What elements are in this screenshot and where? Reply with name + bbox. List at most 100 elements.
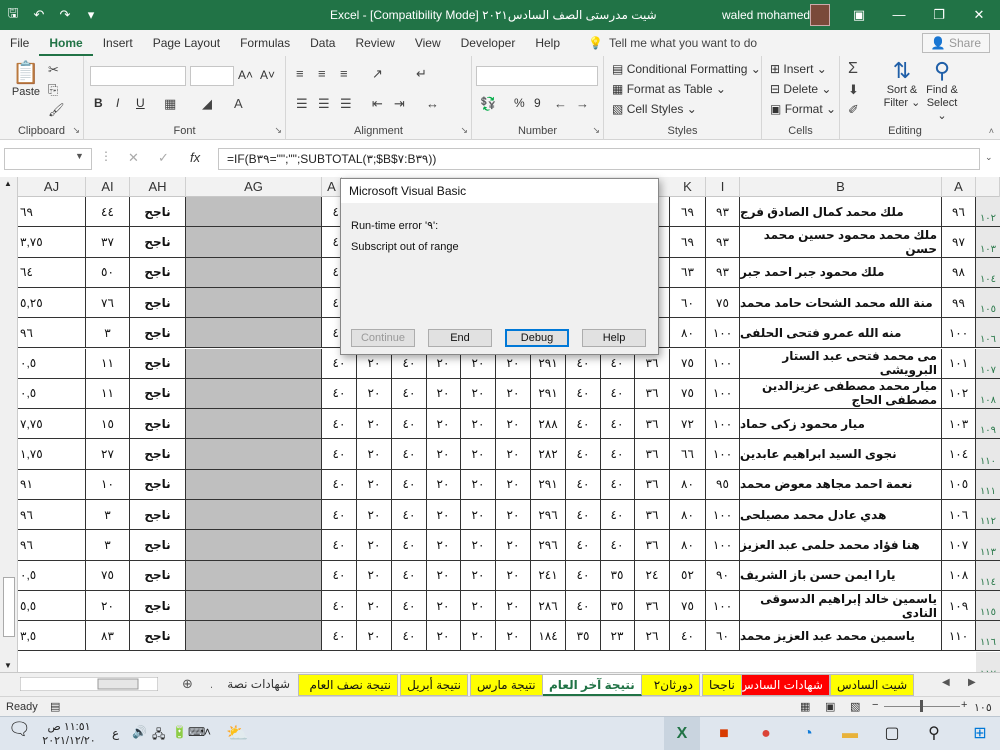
- cell-score[interactable]: ٣٦: [635, 409, 670, 439]
- debug-button[interactable]: Debug: [505, 329, 569, 347]
- cell-ai[interactable]: ٤٤: [86, 197, 130, 227]
- cell-score[interactable]: ٣٦: [635, 378, 670, 409]
- row-header[interactable]: ١٠٢: [976, 197, 1000, 227]
- cell-score[interactable]: ٤٠: [566, 378, 601, 409]
- taskbar-task-view-icon[interactable]: ▢: [874, 717, 910, 750]
- cell-serial[interactable]: ٩٦: [942, 197, 976, 227]
- cell-score[interactable]: ٤٠: [392, 409, 427, 439]
- cell-score[interactable]: ٤٠: [392, 560, 427, 590]
- cell-score[interactable]: ٢٠: [496, 590, 531, 621]
- cell-score[interactable]: ٤٠: [392, 590, 427, 621]
- cell-score-k[interactable]: ٦٦: [670, 439, 706, 469]
- cell-score[interactable]: ٣٥: [600, 590, 635, 621]
- cell-score[interactable]: ٢٠: [461, 409, 496, 439]
- cell-ai[interactable]: ٨٣: [86, 621, 130, 651]
- sheet-tab[interactable]: نتيجة أبريل: [400, 674, 468, 696]
- cell-student-name[interactable]: هنا فؤاد محمد حلمى عبد العزيز: [740, 530, 942, 560]
- row-header[interactable]: ١٠٩: [976, 409, 1000, 439]
- cell-score-k[interactable]: ٨٠: [670, 500, 706, 530]
- cell-student-name[interactable]: منة الله محمد الشحات حامد محمد: [740, 287, 942, 318]
- column-header[interactable]: AI: [86, 177, 130, 197]
- cell-ai[interactable]: ٧٥: [86, 560, 130, 590]
- shrink-font-button[interactable]: A˅: [260, 68, 275, 82]
- cell-aj[interactable]: ٥,٥: [18, 590, 86, 621]
- formula-input[interactable]: =IF(B٣٩="";"";SUBTOTAL(٣;$B$٧:B٣٩)): [218, 148, 980, 170]
- cell-serial[interactable]: ١٠٦: [942, 500, 976, 530]
- restore-icon[interactable]: ❐: [920, 0, 958, 30]
- cell-score-k[interactable]: ٦٠: [670, 287, 706, 318]
- taskbar-chrome-icon[interactable]: ●: [748, 717, 784, 750]
- cell-student-name[interactable]: نعمة احمد مجاهد معوض محمد: [740, 469, 942, 499]
- format-as-table-button[interactable]: ▦ Format as Table ⌄: [612, 82, 726, 96]
- clipboard-launcher-icon[interactable]: ↘: [72, 125, 80, 136]
- cell-serial[interactable]: ٩٧: [942, 227, 976, 257]
- cell-serial[interactable]: ١٠٢: [942, 378, 976, 409]
- cell-ag[interactable]: [186, 409, 322, 439]
- align-middle-icon[interactable]: ≡: [318, 66, 326, 81]
- sheet-tab[interactable]: نتيجة نصف العام: [298, 674, 398, 696]
- tab-view[interactable]: View: [405, 30, 451, 56]
- cell-ag[interactable]: [186, 500, 322, 530]
- cell-ai[interactable]: ٧٦: [86, 287, 130, 318]
- cell-result[interactable]: ناجح: [130, 560, 186, 590]
- volume-icon[interactable]: 🔊: [132, 725, 147, 739]
- cell-score[interactable]: ٢٠: [357, 469, 392, 499]
- taskbar-office-icon[interactable]: ■: [706, 717, 742, 750]
- continue-button[interactable]: Continue: [351, 329, 415, 347]
- cell-score[interactable]: ٢٠: [461, 530, 496, 560]
- cell-score[interactable]: ٤٠: [392, 469, 427, 499]
- cell-score[interactable]: ٢٠: [461, 560, 496, 590]
- cell-aj[interactable]: ٩٦: [18, 318, 86, 348]
- cell-score-i[interactable]: ١٠٠: [706, 530, 740, 560]
- cell-student-name[interactable]: نجوى السيد ابراهيم عابدين: [740, 439, 942, 469]
- cell-score[interactable]: ٣٦: [635, 530, 670, 560]
- cell-aj[interactable]: ٩٦: [18, 500, 86, 530]
- cell-student-name[interactable]: ياسمين خالد إبراهيم الدسوقى النادى: [740, 590, 942, 621]
- cell-serial[interactable]: ١٠٠: [942, 318, 976, 348]
- cell-score[interactable]: ٢٩٦: [531, 530, 566, 560]
- cell-score[interactable]: ١٨٤: [531, 621, 566, 651]
- close-icon[interactable]: ✕: [960, 0, 998, 30]
- row-header[interactable]: ١٠٧: [976, 348, 1000, 378]
- tray-expand-icon[interactable]: ˄: [204, 725, 211, 739]
- italic-button[interactable]: I: [116, 96, 119, 110]
- cell-score[interactable]: ٢٠: [357, 439, 392, 469]
- expand-formula-icon[interactable]: ⌄: [985, 152, 993, 163]
- cell-score[interactable]: ٢٠: [496, 560, 531, 590]
- cell-ai[interactable]: ١١: [86, 378, 130, 409]
- align-right-icon[interactable]: ☰: [340, 96, 352, 112]
- cell-score[interactable]: ٢٠: [357, 378, 392, 409]
- cell-ag[interactable]: [186, 530, 322, 560]
- cell-ag[interactable]: [186, 378, 322, 409]
- cell-result[interactable]: ناجح: [130, 439, 186, 469]
- undo-icon[interactable]: ↶: [26, 7, 52, 23]
- taskbar-file-explorer-icon[interactable]: ▬: [832, 717, 868, 750]
- row-header[interactable]: ١١٢: [976, 500, 1000, 530]
- cell-student-name[interactable]: هدي عادل محمد مصيلحى: [740, 500, 942, 530]
- table-row[interactable]: ١١١ ١٠٥ نعمة احمد مجاهد معوض محمد ٩٥ ٨٠ ٣٦ ٤٠ ٤…: [0, 469, 1000, 500]
- cell-aj[interactable]: ٩٦: [18, 530, 86, 560]
- cell-score[interactable]: ٢٨٢: [531, 439, 566, 469]
- cell-score-i[interactable]: ٧٥: [706, 287, 740, 318]
- tab-home[interactable]: Home: [39, 30, 93, 56]
- cell-score[interactable]: ٢٨٨: [531, 409, 566, 439]
- cell-score[interactable]: ٤٠: [566, 530, 601, 560]
- wrap-text-icon[interactable]: ↵: [416, 66, 427, 82]
- cell-score-k[interactable]: ٥٢: [670, 560, 706, 590]
- cell-score[interactable]: ٢٠: [426, 439, 461, 469]
- cell-score-k[interactable]: ٧٢: [670, 409, 706, 439]
- cell-score[interactable]: ٢٠: [496, 500, 531, 530]
- row-header[interactable]: ١٠٤: [976, 257, 1000, 287]
- cell-ag[interactable]: [186, 621, 322, 651]
- cell-result[interactable]: ناجح: [130, 500, 186, 530]
- font-color-icon[interactable]: A: [234, 96, 243, 111]
- cell-score-i[interactable]: ٩٥: [706, 469, 740, 499]
- cell-score[interactable]: ٢٤١: [531, 560, 566, 590]
- help-button[interactable]: Help: [582, 329, 646, 347]
- table-row[interactable]: ١١٣ ١٠٧ هنا فؤاد محمد حلمى عبد العزيز ١٠٠ ٨٠…: [0, 530, 1000, 561]
- cell-score[interactable]: ٢٠: [496, 469, 531, 499]
- cut-icon[interactable]: ✂: [48, 62, 59, 78]
- minimize-icon[interactable]: —: [880, 0, 918, 30]
- end-button[interactable]: End: [428, 329, 492, 347]
- tab-help[interactable]: Help: [525, 30, 570, 56]
